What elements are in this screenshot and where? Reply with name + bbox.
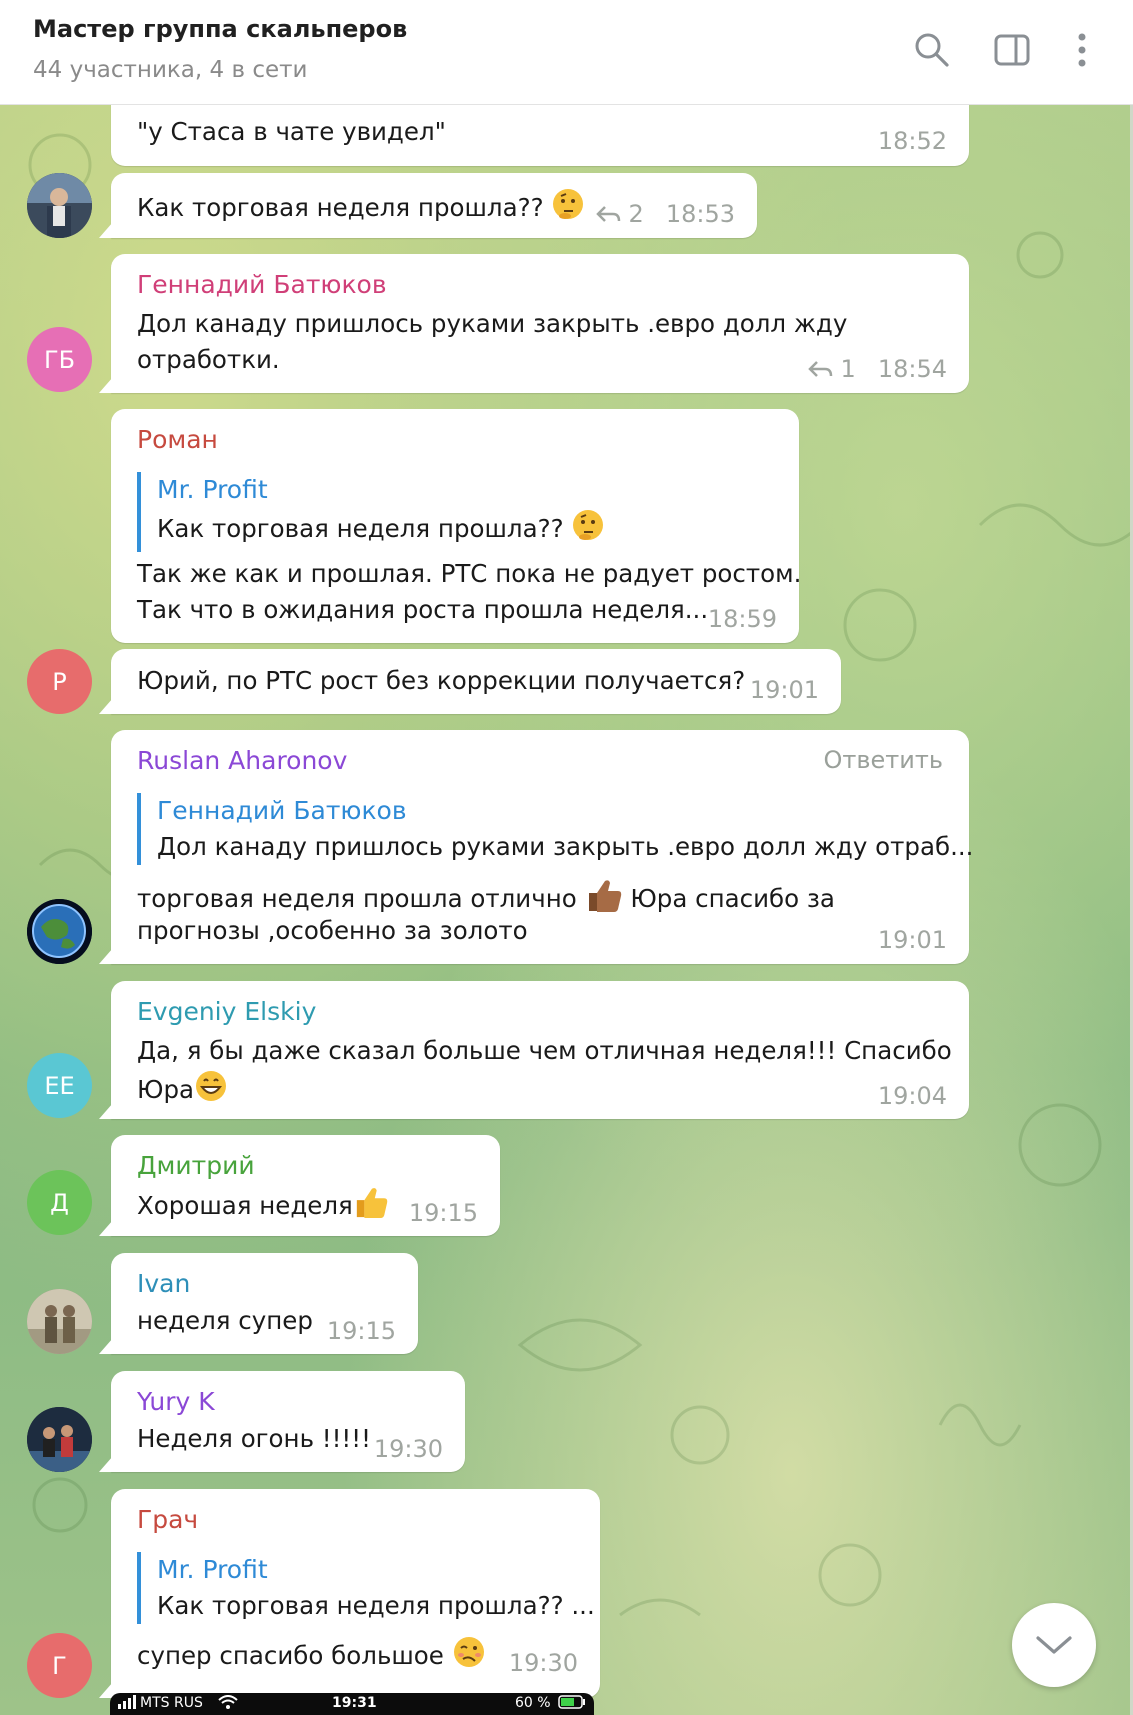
message-text-line: Так что в ожидания роста прошла неделя..…: [137, 595, 709, 624]
phone-time: 19:31: [332, 1695, 377, 1711]
thinking-emoji-icon: [551, 187, 585, 231]
grinning-emoji-icon: [194, 1069, 228, 1113]
chat-subtitle: 44 участника, 4 в сети: [33, 57, 308, 83]
phone-status-bar: MTS RUS 19:31 60 %: [110, 1693, 594, 1715]
avatar[interactable]: [27, 1289, 92, 1354]
message-time: 19:15: [408, 1199, 478, 1227]
message-bubble[interactable]: Yury K Неделя огонь !!!!! 19:30: [111, 1371, 465, 1472]
reply-button[interactable]: Ответить: [824, 746, 943, 774]
message-text: Юрий, по РТС рост без коррекции получает…: [137, 666, 746, 695]
message-text-line: Да, я бы даже сказал больше чем отличная…: [137, 1036, 952, 1065]
sender-name[interactable]: Геннадий Батюков: [137, 270, 387, 299]
reply-count-number: 2: [628, 200, 644, 228]
sender-name[interactable]: Роман: [137, 425, 218, 454]
sender-name[interactable]: Evgeniy Elskiy: [137, 997, 316, 1026]
thumbs-up-emoji-icon: [585, 877, 623, 923]
message-bubble[interactable]: "у Стаса в чате увидел" 18:52: [111, 100, 969, 166]
avatar[interactable]: Д: [27, 1170, 92, 1235]
wifi-icon: [218, 1695, 238, 1713]
avatar[interactable]: Р: [27, 649, 92, 714]
message-text: Как торговая неделя прошла??: [137, 193, 544, 222]
scroll-to-bottom-button[interactable]: [1012, 1603, 1096, 1687]
message-time: 19:01: [877, 926, 947, 954]
message-bubble[interactable]: Ruslan Aharonov Ответить Геннадий Батюко…: [111, 730, 973, 964]
chat-title[interactable]: Мастер группа скальперов: [33, 15, 407, 43]
message-bubble[interactable]: Evgeniy Elskiy Да, я бы даже сказал боль…: [111, 981, 969, 1119]
message-text-line: отработки.: [137, 345, 280, 374]
message-text: Хорошая неделя: [137, 1191, 353, 1220]
message-text-line: прогнозы ,особенно за золото: [137, 916, 528, 945]
sender-name[interactable]: Дмитрий: [137, 1151, 255, 1180]
signal-icon: [118, 1695, 136, 1713]
message-text: "у Стаса в чате увидел": [137, 117, 446, 146]
message-bubble[interactable]: Юрий, по РТС рост без коррекции получает…: [111, 649, 841, 714]
woozy-face-emoji-icon: [452, 1635, 486, 1679]
message-time: 19:30: [508, 1649, 578, 1677]
message-time: 19:30: [373, 1435, 443, 1463]
thumbs-up-emoji-icon: [353, 1185, 389, 1229]
sender-name[interactable]: Грач: [137, 1505, 198, 1534]
sender-name[interactable]: Yury K: [137, 1387, 215, 1416]
message-text: супер спасибо большое: [137, 1641, 444, 1670]
quoted-reply[interactable]: Геннадий Батюков Дол канаду пришлось рук…: [137, 793, 973, 865]
message-text-part: Юра спасибо за: [630, 884, 835, 913]
avatar[interactable]: [27, 173, 92, 238]
reply-count-number: 1: [840, 355, 856, 383]
quoted-reply[interactable]: Mr. Profit Как торговая неделя прошла?? …: [137, 1552, 595, 1624]
quoted-text: Дол канаду пришлось руками закрыть .евро…: [157, 832, 974, 861]
message-bubble[interactable]: Ivan неделя супер 19:15: [111, 1253, 418, 1354]
message-time: 18:53: [665, 200, 735, 228]
message-time: 19:15: [326, 1317, 396, 1345]
more-menu-icon[interactable]: [1060, 28, 1104, 72]
message-text: Неделя огонь !!!!!: [137, 1424, 371, 1453]
message-bubble[interactable]: Дмитрий Хорошая неделя 19:15: [111, 1135, 500, 1236]
message-text: неделя супер: [137, 1306, 313, 1335]
reply-arrow-icon: [807, 361, 832, 377]
carrier-name: MTS RUS: [140, 1695, 203, 1711]
message-bubble[interactable]: Как торговая неделя прошла?? 2 18:53: [111, 173, 757, 238]
reply-count[interactable]: 1 18:54: [807, 355, 947, 383]
thinking-emoji-icon: [571, 508, 605, 552]
sender-name[interactable]: Ruslan Aharonov: [137, 746, 347, 775]
message-text-line: Так же как и прошлая. РТС пока не радует…: [137, 559, 802, 588]
avatar[interactable]: [27, 1407, 92, 1472]
message-bubble[interactable]: Геннадий Батюков Дол канаду пришлось рук…: [111, 254, 969, 393]
message-time: 18:59: [707, 605, 777, 633]
avatar[interactable]: ЕЕ: [27, 1053, 92, 1118]
message-time: 19:04: [877, 1082, 947, 1110]
message-time: 18:54: [877, 355, 947, 383]
message-bubble[interactable]: Роман Mr. Profit Как торговая неделя про…: [111, 409, 802, 643]
battery-level: 60 %: [515, 1695, 551, 1711]
message-text-line: Дол канаду пришлось руками закрыть .евро…: [137, 309, 848, 338]
message-bubble[interactable]: Грач Mr. Profit Как торговая неделя прош…: [111, 1489, 600, 1698]
search-icon[interactable]: [910, 28, 954, 72]
quoted-text: Как торговая неделя прошла??: [157, 514, 564, 543]
avatar[interactable]: ГБ: [27, 327, 92, 392]
quoted-reply[interactable]: Mr. Profit Как торговая неделя прошла??: [137, 472, 605, 552]
reply-arrow-icon: [595, 206, 620, 222]
quoted-sender: Mr. Profit: [157, 475, 268, 504]
reply-count[interactable]: 2 18:53: [595, 200, 735, 228]
message-text-line: Юра: [137, 1075, 195, 1104]
message-text-part: торговая неделя прошла отлично: [137, 884, 577, 913]
avatar[interactable]: Г: [27, 1633, 92, 1698]
battery-icon: [558, 1695, 586, 1713]
avatar[interactable]: [27, 899, 92, 964]
chevron-down-icon: [1036, 1636, 1072, 1654]
quoted-sender: Геннадий Батюков: [157, 796, 407, 825]
message-time: 18:52: [877, 127, 947, 155]
quoted-sender: Mr. Profit: [157, 1555, 268, 1584]
sidebar-toggle-icon[interactable]: [990, 28, 1034, 72]
chat-header[interactable]: Мастер группа скальперов 44 участника, 4…: [0, 0, 1133, 105]
sender-name[interactable]: Ivan: [137, 1269, 190, 1298]
message-time: 19:01: [749, 676, 819, 704]
quoted-text: Как торговая неделя прошла?? ...: [157, 1591, 595, 1620]
